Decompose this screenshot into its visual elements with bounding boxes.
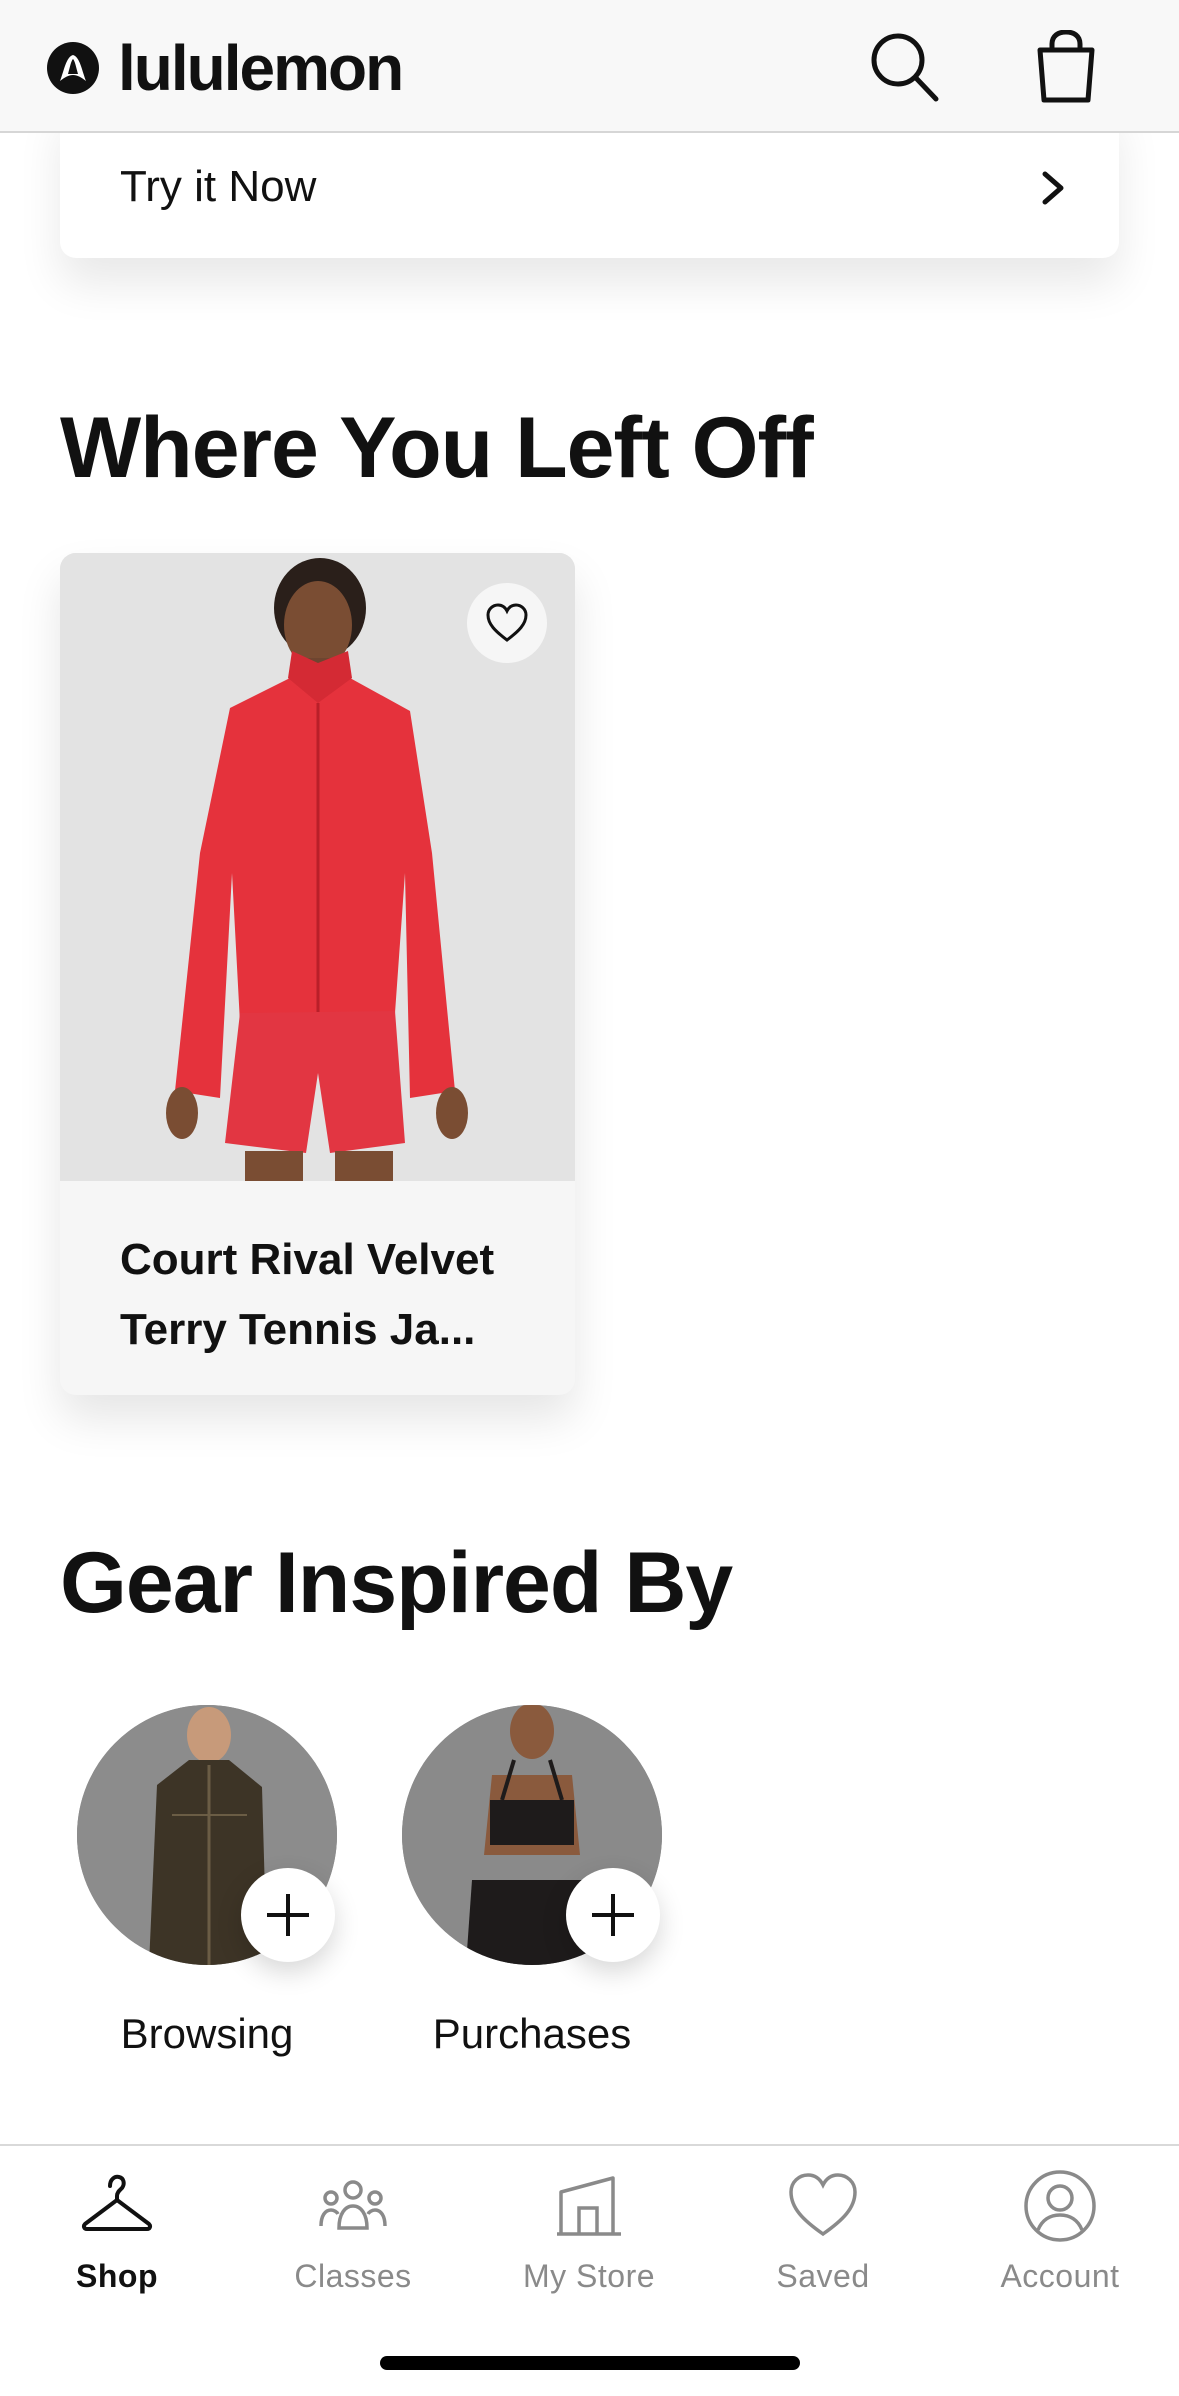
tab-my-store[interactable]: My Store bbox=[489, 2168, 689, 2308]
heart-icon bbox=[486, 603, 528, 642]
browsing-add-button[interactable] bbox=[241, 1868, 335, 1962]
tab-shop[interactable]: Shop bbox=[17, 2168, 217, 2308]
lululemon-logo-icon bbox=[47, 42, 99, 94]
purchases-add-button[interactable] bbox=[566, 1868, 660, 1962]
tab-classes[interactable]: Classes bbox=[253, 2168, 453, 2308]
tab-account[interactable]: Account bbox=[960, 2168, 1160, 2308]
product-card[interactable]: Court Rival Velvet Terry Tennis Ja... bbox=[60, 553, 575, 1395]
people-icon bbox=[319, 2180, 387, 2230]
plus-icon bbox=[592, 1894, 634, 1936]
shopping-bag-icon[interactable] bbox=[1030, 30, 1102, 104]
store-icon bbox=[557, 2176, 621, 2236]
app-header: lululemon bbox=[0, 0, 1179, 133]
plus-icon bbox=[267, 1894, 309, 1936]
tab-account-label: Account bbox=[1000, 2258, 1120, 2294]
brand-name: lululemon bbox=[118, 32, 404, 104]
search-icon[interactable] bbox=[868, 30, 940, 104]
browsing-label: Browsing bbox=[120, 2010, 294, 2057]
purchases-label: Purchases bbox=[432, 2010, 632, 2057]
tab-saved-label: Saved bbox=[776, 2258, 870, 2294]
try-it-now-label: Try it Now bbox=[120, 162, 317, 211]
hanger-icon bbox=[81, 2174, 153, 2231]
product-name: Court Rival Velvet Terry Tennis Ja... bbox=[120, 1235, 495, 1354]
heart-icon bbox=[789, 2173, 857, 2237]
user-circle-icon bbox=[1024, 2170, 1096, 2242]
favorite-button[interactable] bbox=[467, 583, 547, 663]
tab-classes-label: Classes bbox=[294, 2258, 412, 2294]
where-you-left-off-title: Where You Left Off bbox=[60, 400, 814, 496]
chevron-right-icon bbox=[1042, 171, 1064, 205]
tab-shop-label: Shop bbox=[76, 2258, 158, 2294]
home-indicator bbox=[380, 2356, 800, 2370]
tab-my-store-label: My Store bbox=[522, 2258, 656, 2294]
tab-saved[interactable]: Saved bbox=[723, 2168, 923, 2308]
brand[interactable]: lululemon bbox=[46, 32, 404, 104]
gear-inspired-by-title: Gear Inspired By bbox=[60, 1535, 733, 1631]
